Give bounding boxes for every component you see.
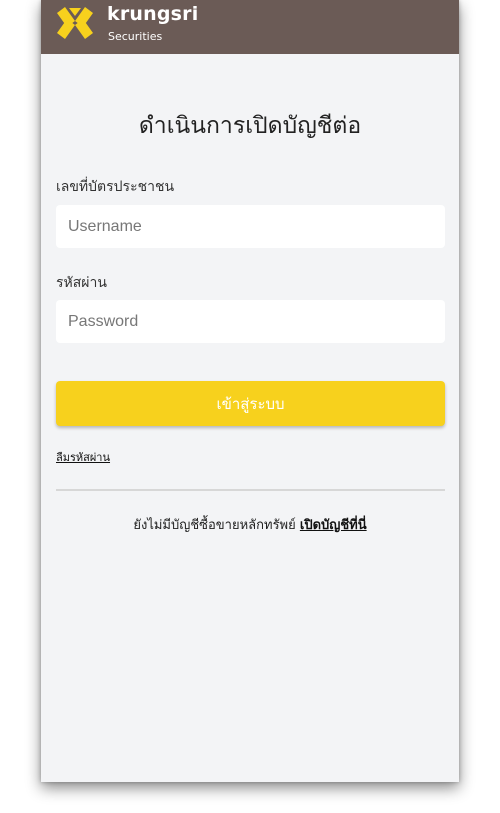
password-input[interactable] <box>56 300 445 343</box>
brand-subtitle: Securities <box>108 30 163 43</box>
page-title: ดำเนินการเปิดบัญชีต่อ <box>138 113 362 139</box>
login-window: krungsri Securities ดำเนินการเปิดบัญชีต่… <box>41 0 459 782</box>
login-button[interactable]: เข้าสู่ระบบ <box>56 381 445 426</box>
id-card-label: เลขที่บัตรประชาชน <box>56 179 175 195</box>
signup-prompt: ยังไม่มีบัญชีซื้อขายหลักทรัพย์ <box>133 518 296 533</box>
signup-row: ยังไม่มีบัญชีซื้อขายหลักทรัพย์ เปิดบัญชี… <box>41 514 459 535</box>
brand-name: krungsri <box>107 3 199 25</box>
username-input[interactable] <box>56 205 445 248</box>
app-header: krungsri Securities <box>41 0 459 54</box>
password-label: รหัสผ่าน <box>56 275 107 291</box>
forgot-password-link[interactable]: ลืมรหัสผ่าน <box>56 448 110 466</box>
krungsri-logo-icon <box>57 7 93 39</box>
divider <box>56 489 445 491</box>
open-account-link[interactable]: เปิดบัญชีที่นี่ <box>300 518 367 533</box>
